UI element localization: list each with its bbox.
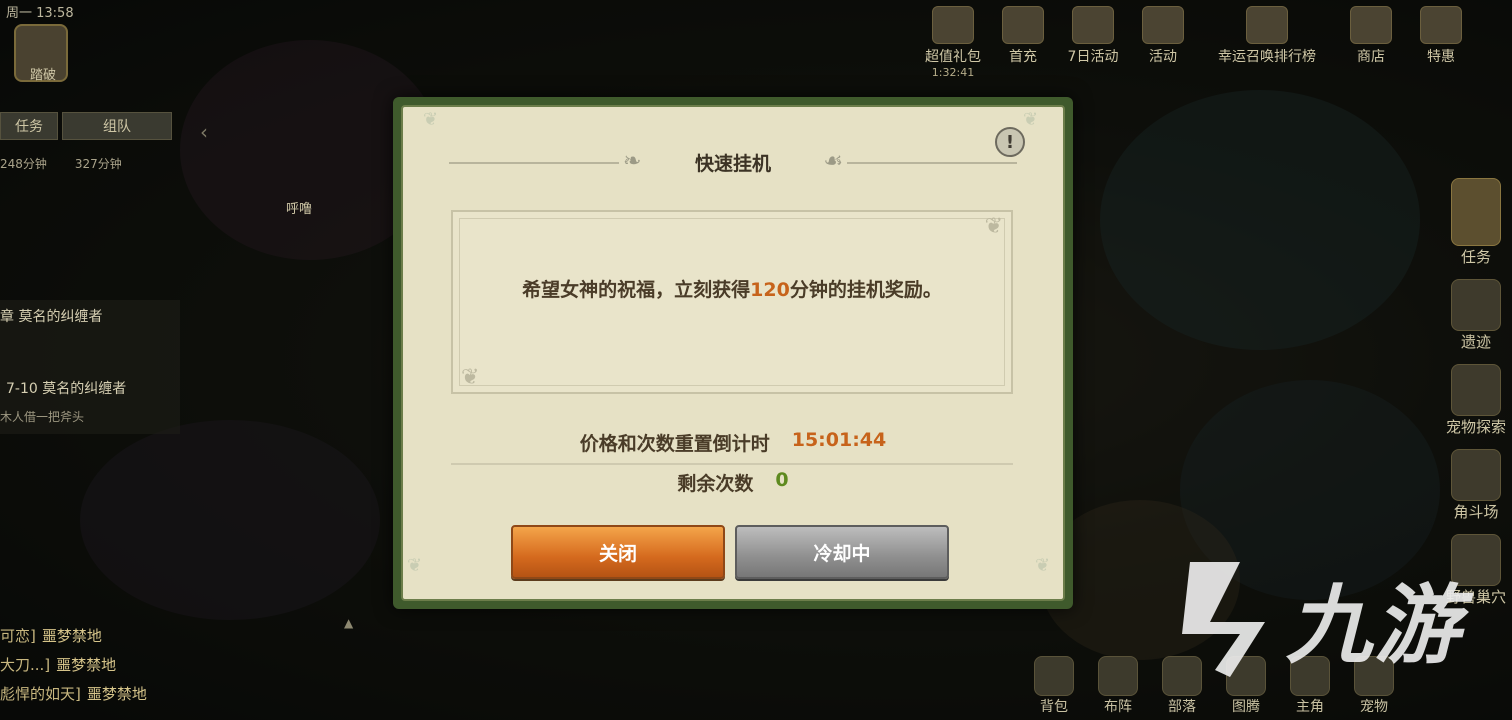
chat-log[interactable]: 可恋] 噩梦禁地 大刀...] 噩梦禁地 彪悍的如天] 噩梦禁地 [0, 622, 147, 709]
menu-special-offer[interactable]: 特惠 [1410, 6, 1472, 79]
chat-line: 大刀...] 噩梦禁地 [0, 656, 117, 674]
divider [451, 463, 1013, 465]
gift-icon [932, 6, 974, 44]
info-icon[interactable]: ! [995, 127, 1025, 157]
reset-label: 价格和次数重置倒计时 [579, 433, 770, 455]
dialog-header: ❧ 快速挂机 ☙ [439, 147, 1027, 177]
menu-7day-event[interactable]: 7日活动 [1062, 6, 1124, 79]
remaining-row: 剩余次数 0 [403, 469, 1063, 496]
ornament-icon: ❦ [984, 214, 1003, 239]
corner-leaf-icon: ❦ [1035, 555, 1051, 576]
chat-line: 彪悍的如天] 噩梦禁地 [0, 685, 147, 703]
title-divider [847, 162, 1017, 164]
calendar-icon [1072, 6, 1114, 44]
remaining-label: 剩余次数 [677, 473, 754, 495]
menu-first-recharge[interactable]: 首充 [992, 6, 1054, 79]
side-item-ruins[interactable]: 遗迹 [1450, 279, 1501, 352]
dialog-title: 快速挂机 [694, 152, 771, 175]
offer-icon [1420, 6, 1462, 44]
top-menu: 超值礼包 1:32:41 首充 7日活动 活动 幸运召唤排行榜 商店 特惠 [922, 6, 1512, 79]
tab-team[interactable]: 组队 [62, 112, 172, 140]
watermark-logo-icon [1182, 562, 1265, 677]
side-item-quest[interactable]: 任务 [1450, 178, 1501, 267]
pet-explore-icon [1450, 364, 1501, 416]
ornament-icon: ☙ [823, 149, 843, 174]
hud-tabs: 任务 组队 [0, 112, 172, 140]
ornament-icon: ❦ [461, 365, 480, 390]
chat-expand-icon[interactable]: ▲ [344, 616, 353, 630]
side-menu: 任务 遗迹 宠物探索 角斗场 野兽巢穴 [1446, 178, 1506, 607]
bottom-item-bag[interactable]: 背包 [1030, 656, 1078, 716]
quest-stage: 7-10 莫名的纠缠者 [6, 381, 127, 397]
message-box: ❦ ❦ 希望女神的祝福，立刻获得120分钟的挂机奖励。 [451, 210, 1013, 394]
watermark-text: 九游 [1286, 575, 1462, 676]
ornament-icon: ❧ [623, 149, 642, 174]
quick-idle-dialog: ❦ ❦ ❦ ❦ ❧ 快速挂机 ☙ ! ❦ ❦ 希望女神的祝福，立刻获得120分钟… [393, 97, 1073, 609]
close-button[interactable]: 关闭 [511, 525, 725, 579]
menu-lucky-summon-rank[interactable]: 幸运召唤排行榜 [1202, 6, 1332, 79]
menu-events[interactable]: 活动 [1132, 6, 1194, 79]
npc-name: 呼噜 [286, 202, 313, 217]
chest-icon [1002, 6, 1044, 44]
ruins-icon [1450, 279, 1501, 331]
quest-chapter-title: 章 莫名的纠缠者 [0, 309, 103, 325]
idle-stats: 248分钟 327分钟 [0, 155, 122, 172]
trophy-icon [1246, 6, 1288, 44]
bag-icon [1034, 656, 1074, 696]
formation-icon [1098, 656, 1138, 696]
reset-countdown: 15:01:44 [791, 429, 887, 451]
menu-shop[interactable]: 商店 [1340, 6, 1402, 79]
cooldown-button[interactable]: 冷却中 [735, 525, 949, 579]
stat-value: 248分钟 [0, 157, 47, 171]
swords-icon [1450, 449, 1501, 501]
shop-icon [1350, 6, 1392, 44]
side-item-arena[interactable]: 角斗场 [1450, 449, 1501, 522]
menu-value-pack[interactable]: 超值礼包 1:32:41 [922, 6, 984, 79]
tab-quest[interactable]: 任务 [0, 112, 58, 140]
quest-description: 木人借一把斧头 [0, 410, 85, 424]
bottom-item-formation[interactable]: 布阵 [1094, 656, 1142, 716]
corner-leaf-icon: ❦ [407, 555, 423, 576]
chat-line: 可恋] 噩梦禁地 [0, 627, 102, 645]
collapse-arrow-icon[interactable]: ‹ [200, 120, 208, 144]
reset-countdown-row: 价格和次数重置倒计时 15:01:44 [403, 429, 1063, 456]
message-text: 希望女神的祝福，立刻获得120分钟的挂机奖励。 [522, 279, 942, 301]
reward-minutes: 120 [750, 279, 790, 301]
stat-value: 327分钟 [74, 157, 122, 171]
quest-scroll-icon [1450, 178, 1501, 246]
title-divider [449, 162, 619, 164]
remaining-count: 0 [775, 469, 789, 491]
clock-label: 周一 13:58 [6, 6, 74, 21]
dialog-frame: ❦ ❦ ❦ ❦ ❧ 快速挂机 ☙ ! ❦ ❦ 希望女神的祝福，立刻获得120分钟… [401, 105, 1065, 601]
watermark: 九游 [1170, 552, 1462, 682]
avatar-label: 踏破 [30, 68, 57, 83]
flag-icon [1142, 6, 1184, 44]
corner-leaf-icon: ❦ [423, 109, 439, 130]
side-item-pet-explore[interactable]: 宠物探索 [1446, 364, 1506, 437]
corner-leaf-icon: ❦ [1023, 109, 1039, 130]
